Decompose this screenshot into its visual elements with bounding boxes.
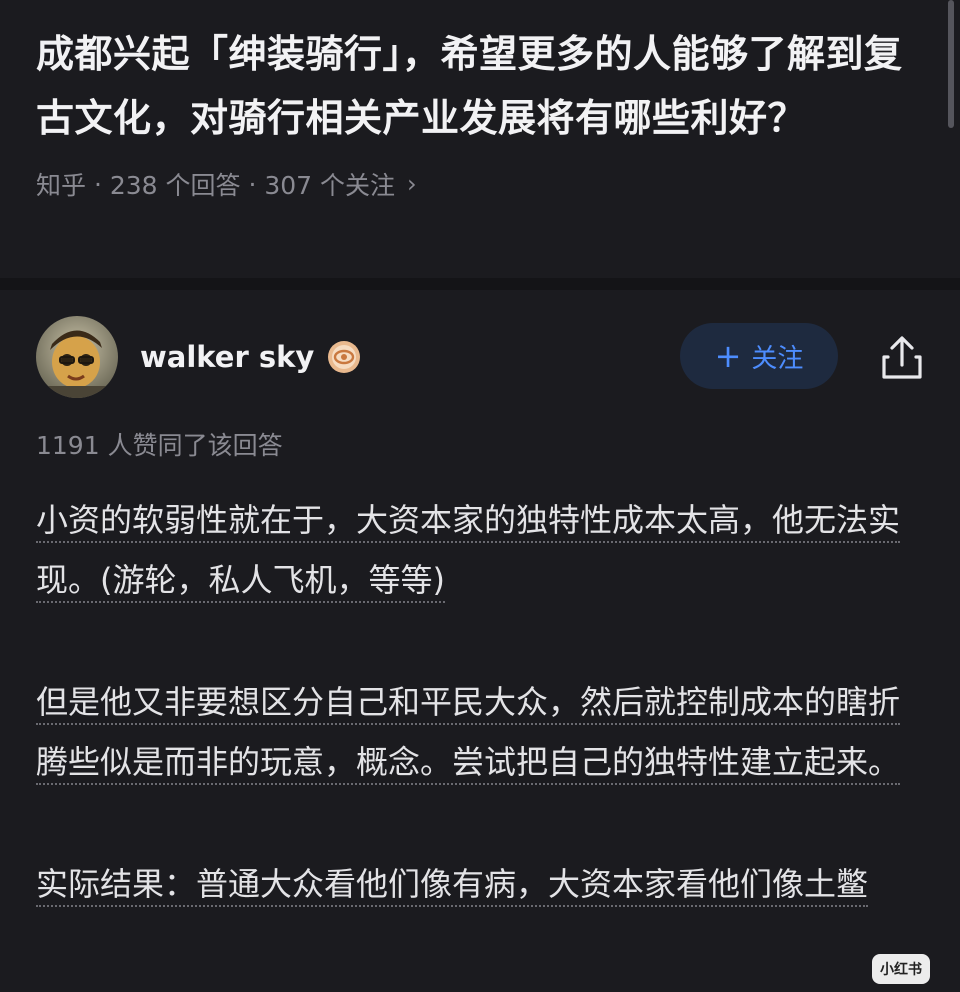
meta-separator: · <box>86 169 110 199</box>
question-meta[interactable]: 知乎 · 238 个回答 · 307 个关注 › <box>36 166 916 202</box>
scrollbar[interactable] <box>948 0 954 128</box>
chevron-right-icon: › <box>407 170 417 198</box>
question-title[interactable]: 成都兴起「绅装骑行」，希望更多的人能够了解到复古文化，对骑行相关产业发展将有哪些… <box>36 22 916 150</box>
verified-badge-icon <box>328 341 361 373</box>
follow-label: 关注 <box>751 343 804 374</box>
answer-body[interactable]: 小资的软弱性就在于，大资本家的独特性成本太高，他无法实现。(游轮，私人飞机，等等… <box>36 490 916 976</box>
user-avatar <box>36 316 118 398</box>
answer-paragraph: 小资的软弱性就在于，大资本家的独特性成本太高，他无法实现。(游轮，私人飞机，等等… <box>36 490 916 610</box>
answers-count: 238 个回答 <box>109 171 241 200</box>
author-name[interactable]: walker sky <box>140 340 314 374</box>
question-header: 成都兴起「绅装骑行」，希望更多的人能够了解到复古文化，对骑行相关产业发展将有哪些… <box>36 22 916 202</box>
avatar[interactable] <box>36 316 118 398</box>
answer-paragraph: 实际结果：普通大众看他们像有病，大资本家看他们像土鳖 <box>36 854 916 914</box>
question-source: 知乎 <box>36 171 87 200</box>
answer-paragraph-text: 但是他又非要想区分自己和平民大众，然后就控制成本的瞎折腾些似是而非的玩意，概念。… <box>36 683 901 785</box>
followers-count: 307 个关注 <box>264 171 396 200</box>
follow-button[interactable]: + 关注 <box>680 323 838 389</box>
answer-paragraph-text: 实际结果：普通大众看他们像有病，大资本家看他们像土鳖 <box>36 865 869 907</box>
plus-icon: + <box>714 337 742 375</box>
watermark-logo: 小红书 <box>872 954 930 984</box>
share-icon[interactable] <box>880 335 924 381</box>
section-divider <box>0 278 960 290</box>
author-row: walker sky + 关注 <box>36 315 924 399</box>
answer-paragraph: 但是他又非要想区分自己和平民大众，然后就控制成本的瞎折腾些似是而非的玩意，概念。… <box>36 672 916 792</box>
meta-separator: · <box>240 169 265 199</box>
likes-count: 1191 人赞同了该回答 <box>36 431 283 460</box>
answer-paragraph-text: 小资的软弱性就在于，大资本家的独特性成本太高，他无法实现。(游轮，私人飞机，等等… <box>36 501 901 603</box>
